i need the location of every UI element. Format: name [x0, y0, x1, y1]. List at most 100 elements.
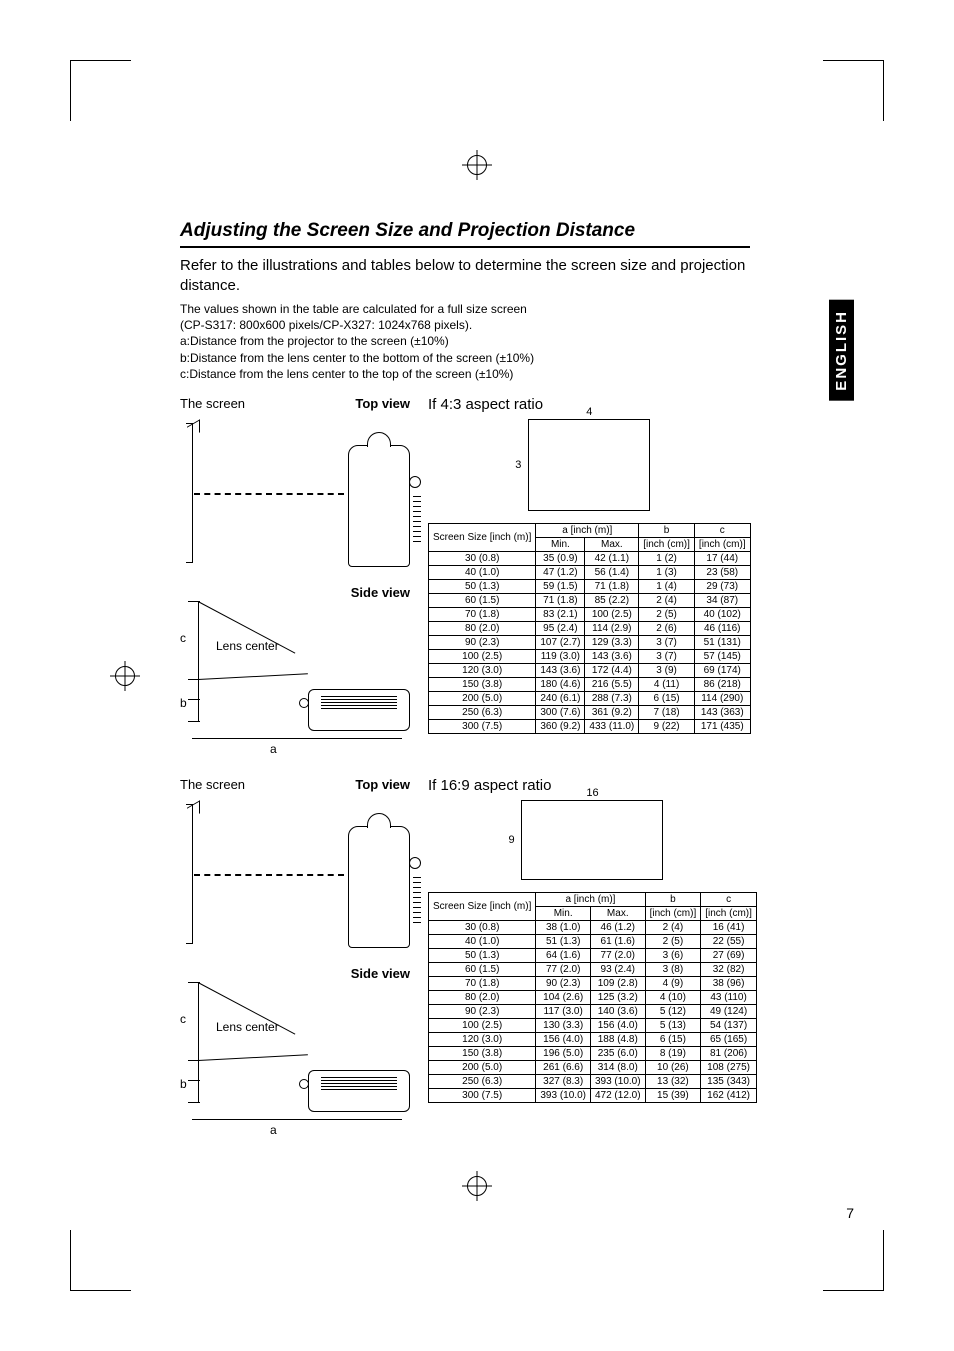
- dim-a-label: a: [270, 1123, 277, 1137]
- cell-size: 300 (7.5): [429, 1088, 536, 1102]
- section-16-9: The screen Top view Lens center c b a: [180, 777, 750, 1132]
- cell-b: 1 (2): [639, 551, 695, 565]
- cell-max: 472 (12.0): [590, 1088, 645, 1102]
- cell-max: 109 (2.8): [590, 976, 645, 990]
- cell-max: 172 (4.4): [585, 663, 639, 677]
- cell-min: 156 (4.0): [536, 1032, 591, 1046]
- table-row: 60 (1.5)71 (1.8)85 (2.2)2 (4)34 (87): [429, 593, 751, 607]
- table-row: 200 (5.0)240 (6.1)288 (7.3)6 (15)114 (29…: [429, 691, 751, 705]
- cell-b: 8 (19): [645, 1046, 701, 1060]
- cell-size: 80 (2.0): [429, 990, 536, 1004]
- cell-size: 300 (7.5): [429, 719, 536, 733]
- ratio-width-label: 4: [586, 406, 592, 418]
- col-b-unit: [inch (cm)]: [639, 537, 695, 551]
- table-4-3: Screen Size [inch (m)]a [inch (m)]bcMin.…: [428, 523, 751, 734]
- cell-c: 81 (206): [701, 1046, 757, 1060]
- table-row: 30 (0.8)35 (0.9)42 (1.1)1 (2)17 (44): [429, 551, 751, 565]
- top-view-diagram: [180, 415, 410, 575]
- col-b-unit: [inch (cm)]: [645, 906, 701, 920]
- cell-c: 17 (44): [694, 551, 750, 565]
- cell-b: 1 (3): [639, 565, 695, 579]
- dim-c-label: c: [180, 1012, 186, 1026]
- cell-c: 135 (343): [701, 1074, 757, 1088]
- section-4-3: The screen Top view Lens center c b a: [180, 396, 750, 751]
- cell-c: 46 (116): [694, 621, 750, 635]
- registration-mark-icon: [462, 1171, 492, 1201]
- cell-max: 85 (2.2): [585, 593, 639, 607]
- cell-b: 3 (8): [645, 962, 701, 976]
- cell-size: 100 (2.5): [429, 649, 536, 663]
- cell-size: 150 (3.8): [429, 677, 536, 691]
- cell-size: 200 (5.0): [429, 691, 536, 705]
- table-row: 50 (1.3)59 (1.5)71 (1.8)1 (4)29 (73): [429, 579, 751, 593]
- cell-b: 1 (4): [639, 579, 695, 593]
- cell-size: 250 (6.3): [429, 1074, 536, 1088]
- cell-c: 16 (41): [701, 920, 757, 934]
- cell-max: 188 (4.8): [590, 1032, 645, 1046]
- registration-mark-icon: [462, 150, 492, 180]
- cell-b: 4 (9): [645, 976, 701, 990]
- table-row: 90 (2.3)117 (3.0)140 (3.6)5 (12)49 (124): [429, 1004, 757, 1018]
- cell-c: 27 (69): [701, 948, 757, 962]
- cell-min: 117 (3.0): [536, 1004, 591, 1018]
- cell-size: 60 (1.5): [429, 593, 536, 607]
- note-line: (CP-S317: 800x600 pixels/CP-X327: 1024x7…: [180, 317, 750, 333]
- cell-size: 70 (1.8): [429, 976, 536, 990]
- note-line: c:Distance from the lens center to the t…: [180, 366, 750, 382]
- cell-b: 2 (4): [645, 920, 701, 934]
- cell-min: 77 (2.0): [536, 962, 591, 976]
- table-row: 80 (2.0)104 (2.6)125 (3.2)4 (10)43 (110): [429, 990, 757, 1004]
- table-row: 80 (2.0)95 (2.4)114 (2.9)2 (6)46 (116): [429, 621, 751, 635]
- cell-c: 114 (290): [694, 691, 750, 705]
- col-screen-size: Screen Size [inch (m)]: [429, 523, 536, 551]
- cell-min: 240 (6.1): [536, 691, 585, 705]
- side-view-label: Side view: [351, 585, 410, 600]
- cell-max: 42 (1.1): [585, 551, 639, 565]
- cell-c: 32 (82): [701, 962, 757, 976]
- table-row: 60 (1.5)77 (2.0)93 (2.4)3 (8)32 (82): [429, 962, 757, 976]
- cell-max: 93 (2.4): [590, 962, 645, 976]
- cell-min: 300 (7.6): [536, 705, 585, 719]
- cell-b: 9 (22): [639, 719, 695, 733]
- table-row: 150 (3.8)180 (4.6)216 (5.5)4 (11)86 (218…: [429, 677, 751, 691]
- cell-b: 13 (32): [645, 1074, 701, 1088]
- col-max: Max.: [585, 537, 639, 551]
- lens-center-label: Lens center: [216, 1020, 279, 1034]
- note-line: b:Distance from the lens center to the b…: [180, 350, 750, 366]
- cell-b: 15 (39): [645, 1088, 701, 1102]
- cell-max: 288 (7.3): [585, 691, 639, 705]
- aspect-ratio-box-16-9: 16 9: [521, 800, 663, 880]
- cell-max: 156 (4.0): [590, 1018, 645, 1032]
- col-screen-size: Screen Size [inch (m)]: [429, 892, 536, 920]
- cell-min: 90 (2.3): [536, 976, 591, 990]
- ratio-height-label: 9: [508, 834, 514, 846]
- page-title: Adjusting the Screen Size and Projection…: [180, 220, 750, 248]
- table-row: 150 (3.8)196 (5.0)235 (6.0)8 (19)81 (206…: [429, 1046, 757, 1060]
- page-number: 7: [846, 1205, 854, 1221]
- cell-max: 129 (3.3): [585, 635, 639, 649]
- col-max: Max.: [590, 906, 645, 920]
- cell-max: 56 (1.4): [585, 565, 639, 579]
- cell-min: 393 (10.0): [536, 1088, 591, 1102]
- cell-c: 108 (275): [701, 1060, 757, 1074]
- cell-size: 250 (6.3): [429, 705, 536, 719]
- crop-mark: [823, 60, 884, 121]
- cell-max: 61 (1.6): [590, 934, 645, 948]
- dim-b-label: b: [180, 696, 187, 710]
- cell-min: 104 (2.6): [536, 990, 591, 1004]
- cell-size: 90 (2.3): [429, 1004, 536, 1018]
- cell-b: 3 (7): [639, 635, 695, 649]
- cell-min: 83 (2.1): [536, 607, 585, 621]
- table-row: 300 (7.5)360 (9.2)433 (11.0)9 (22)171 (4…: [429, 719, 751, 733]
- cell-min: 119 (3.0): [536, 649, 585, 663]
- lens-center-label: Lens center: [216, 639, 279, 653]
- col-b: b: [645, 892, 701, 906]
- screen-label: The screen: [180, 396, 245, 411]
- top-view-label: Top view: [355, 777, 410, 792]
- cell-b: 6 (15): [645, 1032, 701, 1046]
- cell-c: 65 (165): [701, 1032, 757, 1046]
- cell-size: 70 (1.8): [429, 607, 536, 621]
- cell-b: 3 (6): [645, 948, 701, 962]
- cell-size: 50 (1.3): [429, 948, 536, 962]
- cell-b: 3 (9): [639, 663, 695, 677]
